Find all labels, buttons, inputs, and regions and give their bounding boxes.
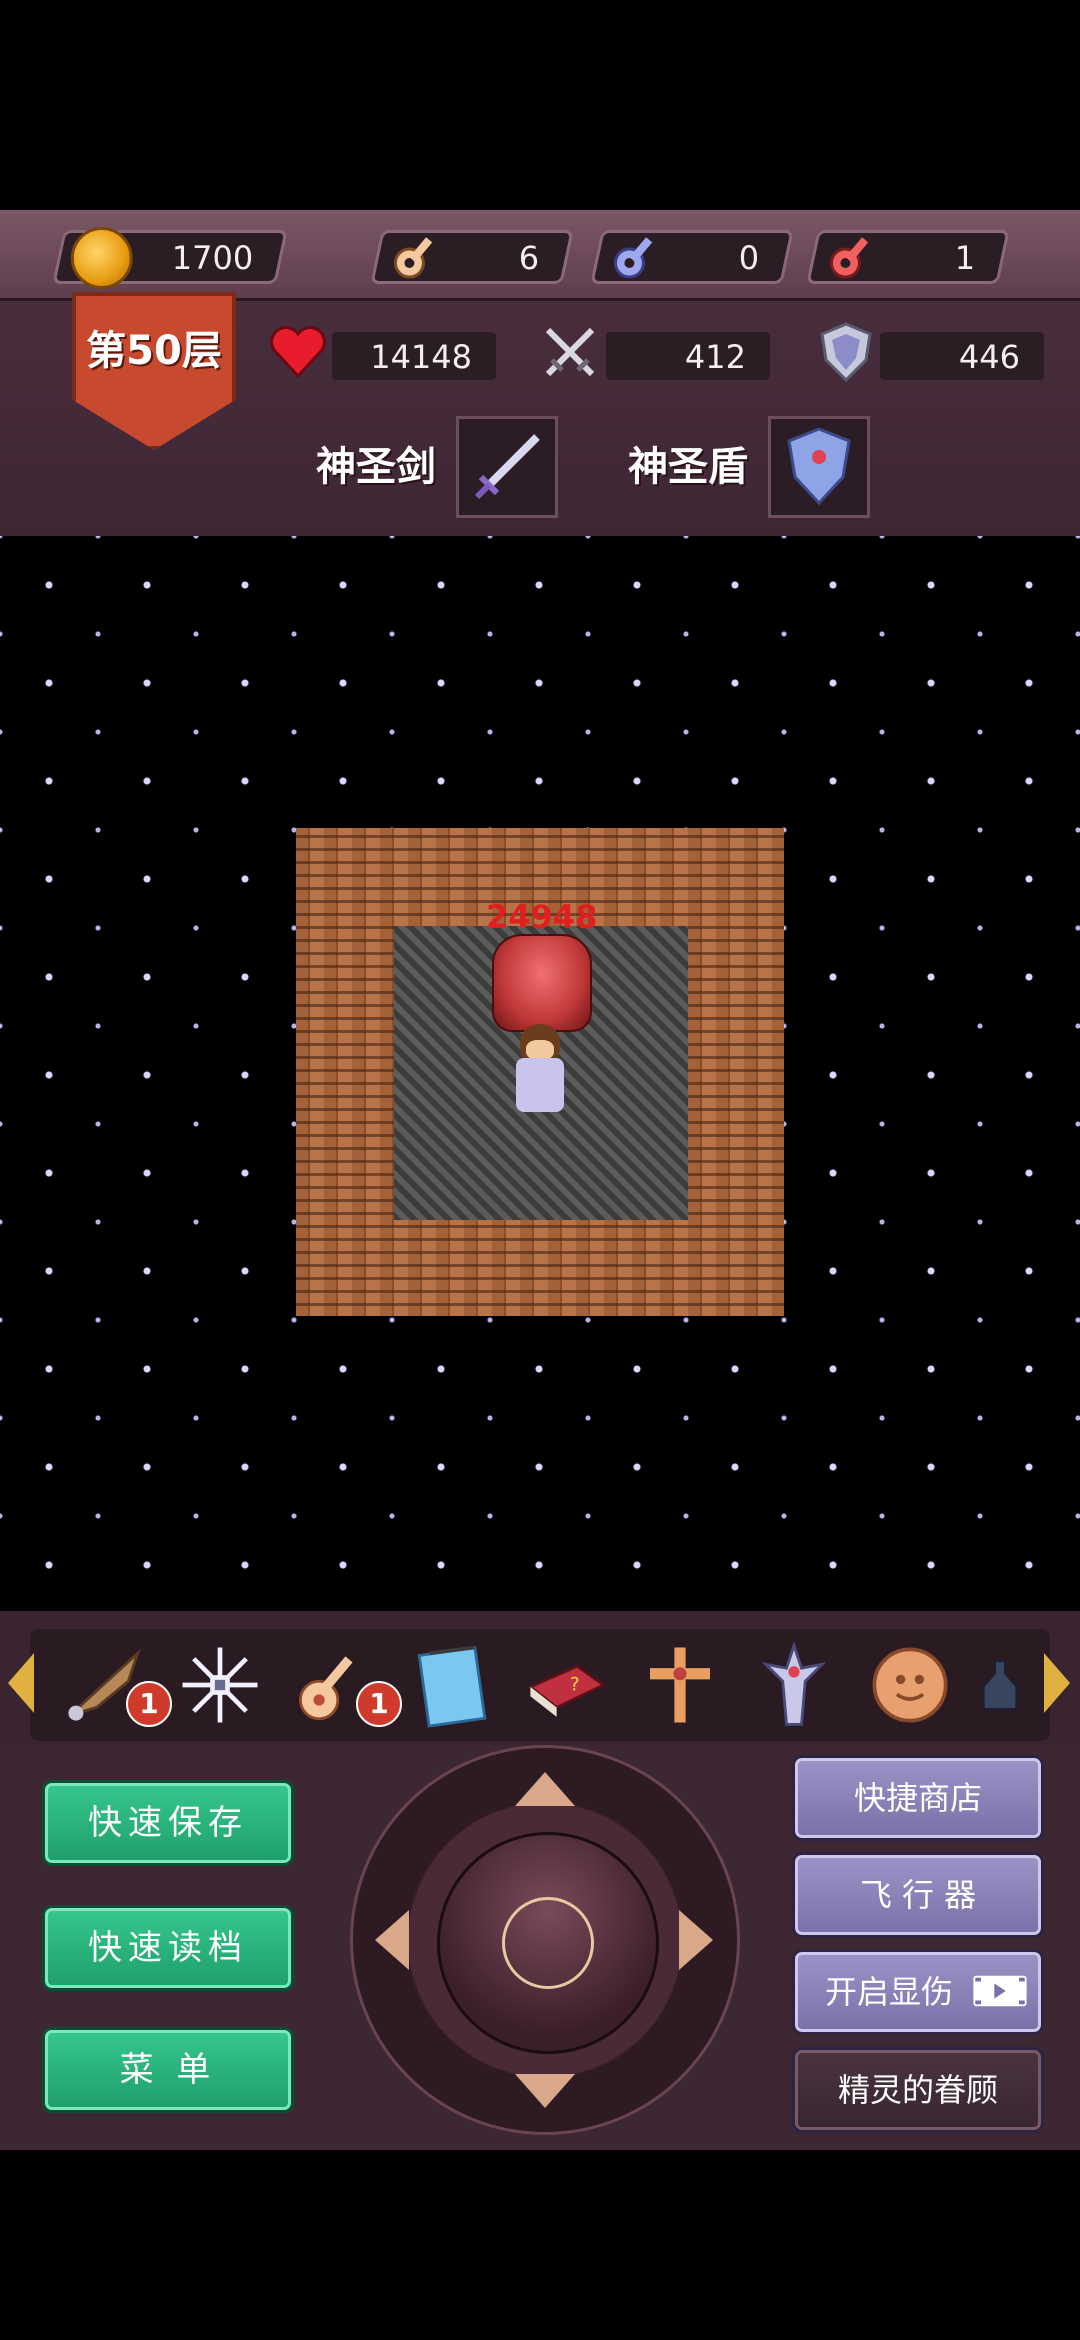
holy-cross-icon[interactable] [746,1637,842,1733]
weapon-slot[interactable] [456,416,558,518]
resource-row: 1700 6 0 1 [0,214,1080,301]
coin-icon[interactable] [862,1637,958,1733]
notepad-icon[interactable] [404,1637,500,1733]
gold-counter: 1700 [52,227,288,289]
weapon-name: 神圣剑 [316,444,436,490]
attack-stat: 412 [606,332,770,380]
red-key-counter: 1 [806,230,1010,284]
blue-key-value: 0 [738,239,759,277]
flyer-button[interactable]: 飞 行 器 [792,1852,1044,1938]
show-damage-label: 开启显伤 [825,1973,954,2011]
spirit-favor-button[interactable]: 精灵的眷顾 [792,2047,1044,2133]
snowflake-icon[interactable] [172,1637,268,1733]
armor-name: 神圣盾 [628,444,748,490]
direction-pad[interactable] [350,1745,740,2135]
quick-save-button[interactable]: 快速保存 [42,1780,294,1866]
wing-count-badge: 1 [126,1681,172,1727]
joystick-knob[interactable] [437,1832,659,2054]
gold-value: 1700 [171,239,253,277]
red-armor-enemy[interactable] [492,934,592,1032]
scroll-right-arrow[interactable] [1044,1653,1070,1713]
quick-load-button[interactable]: 快速读档 [42,1905,294,1991]
hero-sprite [514,1024,566,1120]
blue-key-icon [613,237,653,279]
yellow-key-counter: 6 [370,230,574,284]
right-arrow[interactable] [679,1910,713,1970]
hero-face [526,1040,554,1060]
show-damage-button[interactable]: 开启显伤 [792,1949,1044,2035]
armor-slot[interactable] [768,416,870,518]
svg-text:?: ? [570,1675,580,1696]
hp-value: 14148 [370,338,472,376]
sword-icon [474,434,540,500]
hp-stat: 14148 [332,332,496,380]
status-panel: 1700 6 0 1 第50层 14148 412 446 神圣剑 神圣盾 [0,210,1080,540]
red-key-value: 1 [954,239,975,277]
down-arrow[interactable] [515,2074,575,2108]
red-key-icon [829,237,869,279]
holy-shield-icon [787,427,851,506]
floor-label: 第50层 [86,328,222,374]
bottle-icon[interactable] [970,1637,1030,1733]
shield-icon [820,322,872,383]
key-count-badge: 1 [356,1681,402,1727]
quick-shop-button[interactable]: 快捷商店 [792,1755,1044,1841]
left-arrow[interactable] [375,1910,409,1970]
attack-value: 412 [684,338,746,376]
yellow-key-icon [393,237,433,279]
yellow-key-value: 6 [518,239,539,277]
joystick-center-ring [502,1897,594,1989]
defense-stat: 446 [880,332,1044,380]
gold-coin-icon [70,227,133,289]
heart-icon [270,326,326,379]
enemy-damage-label: 24948 [486,898,598,936]
crossed-swords-icon [545,327,595,377]
defense-value: 446 [958,338,1020,376]
video-ad-icon [973,1975,1027,2007]
menu-button[interactable]: 菜 单 [42,2027,294,2113]
hero-body [516,1058,564,1112]
floor-badge: 第50层 [72,292,236,450]
book-icon[interactable]: ? [518,1637,614,1733]
up-arrow[interactable] [515,1772,575,1806]
cross-icon[interactable] [632,1637,728,1733]
blue-key-counter: 0 [590,230,794,284]
scroll-left-arrow[interactable] [8,1653,34,1713]
